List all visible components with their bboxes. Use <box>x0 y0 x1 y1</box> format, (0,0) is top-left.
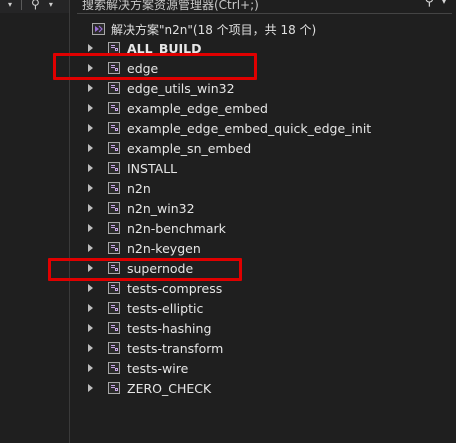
project-icon <box>108 182 120 194</box>
project-icon <box>108 242 120 254</box>
project-label: ZERO_CHECK <box>127 380 212 396</box>
project-node[interactable]: tests-compress <box>88 278 222 298</box>
project-icon <box>108 282 120 294</box>
dropdown-icon[interactable]: ▾ <box>49 0 53 9</box>
toolbar-divider <box>21 0 23 10</box>
project-label: example_edge_embed_quick_edge_init <box>127 120 372 136</box>
expand-arrow-icon[interactable] <box>88 324 93 332</box>
expand-arrow-icon[interactable] <box>88 304 93 312</box>
expand-arrow-icon[interactable] <box>88 104 93 112</box>
project-node[interactable]: ZERO_CHECK <box>88 378 211 398</box>
expand-arrow-icon[interactable] <box>88 64 93 72</box>
project-node[interactable]: tests-wire <box>88 358 188 378</box>
project-node[interactable]: edge_utils_win32 <box>88 78 235 98</box>
project-node[interactable]: n2n-benchmark <box>88 218 226 238</box>
project-icon <box>108 162 120 174</box>
search-options-dropdown-icon[interactable]: ▾ <box>442 0 446 6</box>
project-icon <box>108 202 120 214</box>
expand-arrow-icon[interactable] <box>88 364 93 372</box>
search-icon[interactable]: ⚲ <box>424 0 434 9</box>
project-label: tests-elliptic <box>127 300 204 316</box>
project-label: n2n <box>127 180 151 196</box>
project-node[interactable]: n2n-keygen <box>88 238 201 258</box>
project-icon <box>108 82 120 94</box>
project-icon <box>108 42 120 54</box>
solution-explorer: 搜索解决方案资源管理器(Ctrl+;) ⚲ ▾ 解决方案"n2n"(18 个项目… <box>70 0 456 443</box>
expand-arrow-icon[interactable] <box>88 384 93 392</box>
solution-label: 解决方案"n2n"(18 个项目，共 18 个) <box>111 22 317 37</box>
expand-arrow-icon[interactable] <box>88 204 93 212</box>
project-label: example_sn_embed <box>127 140 252 156</box>
project-icon <box>108 322 120 334</box>
project-label: tests-transform <box>127 340 224 356</box>
project-icon <box>108 122 120 134</box>
left-toolbar: ▾ ⚲ ▾ <box>0 0 69 13</box>
project-label: n2n-keygen <box>127 240 201 256</box>
search-placeholder: 搜索解决方案资源管理器(Ctrl+;) <box>82 0 259 12</box>
project-icon <box>108 262 120 274</box>
project-node[interactable]: n2n <box>88 178 151 198</box>
expand-arrow-icon[interactable] <box>88 284 93 292</box>
project-node[interactable]: edge <box>88 58 158 78</box>
project-node[interactable]: ALL_BUILD <box>88 38 202 58</box>
project-label: tests-hashing <box>127 320 212 336</box>
dropdown-icon[interactable]: ▾ <box>8 0 12 9</box>
left-pane: ▾ ⚲ ▾ <box>0 0 70 443</box>
project-node[interactable]: tests-elliptic <box>88 298 203 318</box>
project-node[interactable]: example_edge_embed_quick_edge_init <box>88 118 371 138</box>
project-node[interactable]: example_sn_embed <box>88 138 251 158</box>
expand-arrow-icon[interactable] <box>88 144 93 152</box>
expand-arrow-icon[interactable] <box>88 264 93 272</box>
project-label: example_edge_embed <box>127 100 268 116</box>
project-label: n2n-benchmark <box>127 220 226 236</box>
project-label: n2n_win32 <box>127 200 195 216</box>
project-icon <box>108 302 120 314</box>
expand-arrow-icon[interactable] <box>88 84 93 92</box>
solution-icon <box>92 23 105 35</box>
expand-arrow-icon[interactable] <box>88 164 93 172</box>
project-icon <box>108 222 120 234</box>
expand-arrow-icon[interactable] <box>88 44 93 52</box>
project-node[interactable]: example_edge_embed <box>88 98 268 118</box>
project-icon <box>108 382 120 394</box>
project-icon <box>108 102 120 114</box>
project-node[interactable]: tests-hashing <box>88 318 211 338</box>
expand-arrow-icon[interactable] <box>88 184 93 192</box>
project-label: edge <box>127 60 159 76</box>
project-label: edge_utils_win32 <box>127 80 235 96</box>
project-icon <box>108 342 120 354</box>
expand-arrow-icon[interactable] <box>88 344 93 352</box>
project-node[interactable]: tests-transform <box>88 338 223 358</box>
project-icon <box>108 362 120 374</box>
project-node[interactable]: n2n_win32 <box>88 198 195 218</box>
search-icon[interactable]: ⚲ <box>31 0 40 11</box>
project-label: tests-compress <box>127 280 223 296</box>
solution-node[interactable]: 解决方案"n2n"(18 个项目，共 18 个) <box>92 19 316 39</box>
expand-arrow-icon[interactable] <box>88 244 93 252</box>
project-label: supernode <box>127 260 194 276</box>
project-node[interactable]: INSTALL <box>88 158 177 178</box>
project-icon <box>108 142 120 154</box>
search-input[interactable]: 搜索解决方案资源管理器(Ctrl+;) ⚲ ▾ <box>77 0 452 14</box>
project-icon <box>108 62 120 74</box>
project-label: INSTALL <box>127 160 178 176</box>
project-node[interactable]: supernode <box>88 258 193 278</box>
expand-arrow-icon[interactable] <box>88 124 93 132</box>
expand-arrow-icon[interactable] <box>88 224 93 232</box>
project-label: ALL_BUILD <box>127 40 202 56</box>
project-label: tests-wire <box>127 360 189 376</box>
